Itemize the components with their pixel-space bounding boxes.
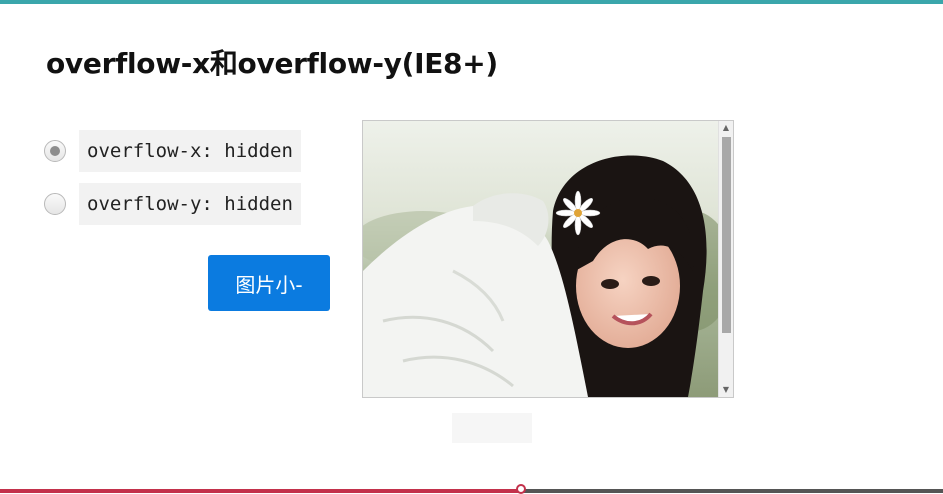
image-scroll-container[interactable]: ▲ ▼	[362, 120, 734, 398]
photo-girl-with-flower	[363, 121, 719, 397]
scroll-up-arrow-icon[interactable]: ▲	[721, 123, 731, 133]
option-label-overflow-x: overflow-x: hidden	[79, 130, 301, 172]
option-label-overflow-y: overflow-y: hidden	[79, 183, 301, 225]
scrollbar-thumb[interactable]	[722, 137, 731, 333]
scroll-down-arrow-icon[interactable]: ▼	[721, 385, 731, 395]
empty-placeholder-box	[452, 413, 532, 443]
page-title: overflow-x和overflow-y(IE8+)	[46, 47, 498, 80]
image-smaller-button[interactable]: 图片小-	[208, 255, 330, 311]
option-overflow-y[interactable]: overflow-y: hidden	[44, 183, 301, 225]
video-progress-bar[interactable]	[0, 484, 943, 494]
vertical-scrollbar[interactable]: ▲ ▼	[718, 121, 733, 397]
top-accent-bar	[0, 0, 943, 4]
radio-overflow-y[interactable]	[44, 193, 66, 215]
video-progress-fill	[0, 489, 521, 493]
option-overflow-x[interactable]: overflow-x: hidden	[44, 130, 301, 172]
radio-overflow-x[interactable]	[44, 140, 66, 162]
